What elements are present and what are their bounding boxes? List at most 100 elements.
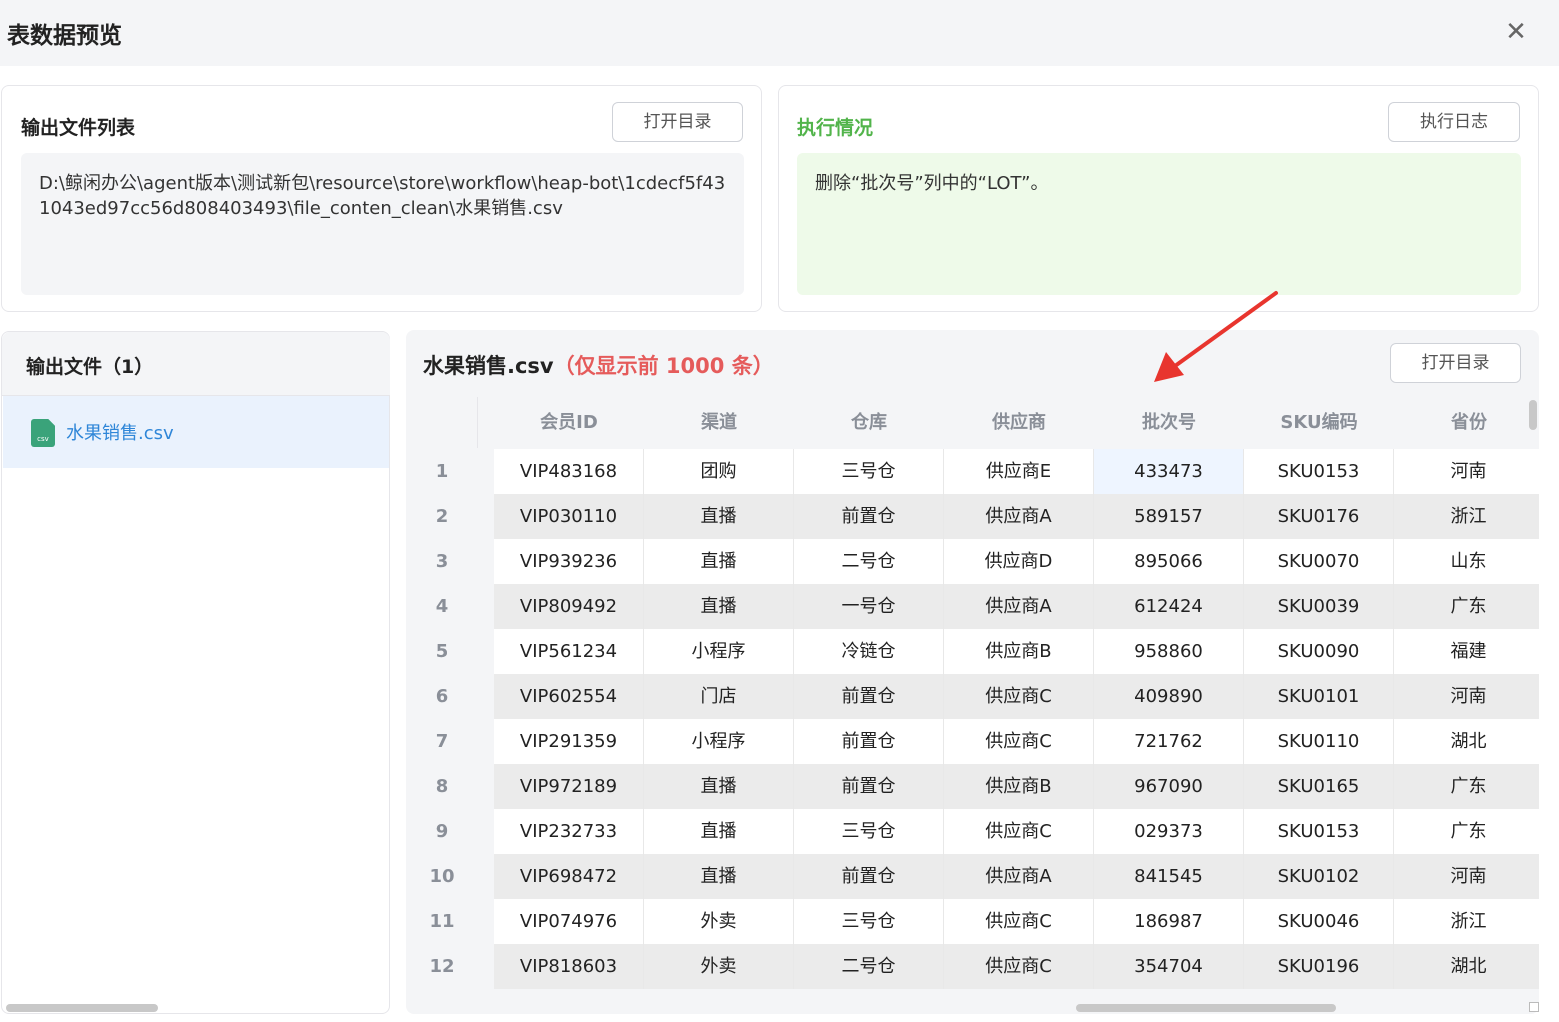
table-cell[interactable]: 浙江 [1394,899,1539,944]
table-row[interactable]: 10 VIP698472 直播 前置仓 供应商A 841545 SKU0102 河南 [406,854,1539,899]
table-cell[interactable]: VIP818603 [494,944,644,989]
table-cell[interactable]: 团购 [644,449,794,494]
table-cell[interactable]: 841545 [1094,854,1244,899]
table-cell[interactable]: 外卖 [644,944,794,989]
column-header[interactable]: 渠道 [644,397,794,448]
table-cell[interactable]: SKU0165 [1244,764,1394,809]
table-cell[interactable]: VIP483168 [494,449,644,494]
table-cell[interactable]: SKU0176 [1244,494,1394,539]
table-cell[interactable]: 二号仓 [794,539,944,584]
table-cell[interactable]: 354704 [1094,944,1244,989]
table-cell[interactable]: VIP972189 [494,764,644,809]
table-cell[interactable]: 供应商B [944,629,1094,674]
table-cell[interactable]: 三号仓 [794,899,944,944]
table-cell[interactable]: 直播 [644,494,794,539]
table-cell[interactable]: 外卖 [644,899,794,944]
table-cell[interactable]: SKU0110 [1244,719,1394,764]
table-cell[interactable]: VIP602554 [494,674,644,719]
table-cell[interactable]: 山东 [1394,539,1539,584]
table-row[interactable]: 9 VIP232733 直播 三号仓 供应商C 029373 SKU0153 广东 [406,809,1539,854]
table-cell[interactable]: 一号仓 [794,584,944,629]
table-cell[interactable]: 三号仓 [794,809,944,854]
execution-log-button[interactable]: 执行日志 [1388,102,1520,142]
table-cell[interactable]: VIP809492 [494,584,644,629]
table-cell[interactable]: 供应商A [944,584,1094,629]
table-cell[interactable]: 供应商C [944,719,1094,764]
table-cell[interactable]: 湖北 [1394,719,1539,764]
table-cell[interactable]: 湖北 [1394,944,1539,989]
table-cell[interactable]: SKU0039 [1244,584,1394,629]
table-row[interactable]: 3 VIP939236 直播 二号仓 供应商D 895066 SKU0070 山东 [406,539,1539,584]
column-header[interactable]: SKU编码 [1244,397,1394,448]
sidebar-horizontal-scrollbar[interactable] [6,1004,158,1012]
column-header[interactable]: 供应商 [944,397,1094,448]
column-header[interactable]: 省份 [1394,397,1539,448]
table-cell[interactable]: VIP939236 [494,539,644,584]
table-row[interactable]: 12 VIP818603 外卖 二号仓 供应商C 354704 SKU0196 湖北 [406,944,1539,989]
table-cell[interactable]: VIP561234 [494,629,644,674]
table-cell[interactable]: 广东 [1394,764,1539,809]
column-header[interactable]: 批次号 [1094,397,1244,448]
table-cell[interactable]: 直播 [644,764,794,809]
table-cell[interactable]: SKU0046 [1244,899,1394,944]
table-cell[interactable]: 186987 [1094,899,1244,944]
table-cell[interactable]: 浙江 [1394,494,1539,539]
table-cell[interactable]: 供应商A [944,494,1094,539]
table-cell[interactable]: 721762 [1094,719,1244,764]
table-cell[interactable]: 广东 [1394,584,1539,629]
table-cell[interactable]: 前置仓 [794,719,944,764]
table-cell[interactable]: VIP232733 [494,809,644,854]
table-cell[interactable]: VIP074976 [494,899,644,944]
table-cell[interactable]: 前置仓 [794,674,944,719]
table-row[interactable]: 1 VIP483168 团购 三号仓 供应商E 433473 SKU0153 河南 [406,449,1539,494]
table-row[interactable]: 2 VIP030110 直播 前置仓 供应商A 589157 SKU0176 浙江 [406,494,1539,539]
table-cell[interactable]: 前置仓 [794,764,944,809]
table-row[interactable]: 8 VIP972189 直播 前置仓 供应商B 967090 SKU0165 广东 [406,764,1539,809]
table-horizontal-scrollbar[interactable] [1076,1004,1336,1012]
column-header[interactable]: 仓库 [794,397,944,448]
table-cell[interactable]: 广东 [1394,809,1539,854]
table-cell[interactable]: 河南 [1394,674,1539,719]
table-cell[interactable]: 河南 [1394,449,1539,494]
table-cell[interactable]: 433473 [1094,449,1244,494]
table-cell[interactable]: 958860 [1094,629,1244,674]
table-cell[interactable]: SKU0153 [1244,809,1394,854]
table-cell[interactable]: 直播 [644,809,794,854]
table-cell[interactable]: 供应商C [944,674,1094,719]
table-cell[interactable]: 供应商E [944,449,1094,494]
table-cell[interactable]: 门店 [644,674,794,719]
table-cell[interactable]: 二号仓 [794,944,944,989]
table-cell[interactable]: SKU0102 [1244,854,1394,899]
table-cell[interactable]: 供应商C [944,899,1094,944]
table-open-directory-button[interactable]: 打开目录 [1390,343,1521,383]
table-row[interactable]: 11 VIP074976 外卖 三号仓 供应商C 186987 SKU0046 浙江 [406,899,1539,944]
table-cell[interactable]: 409890 [1094,674,1244,719]
table-cell[interactable]: 895066 [1094,539,1244,584]
table-cell[interactable]: VIP698472 [494,854,644,899]
table-cell[interactable]: 供应商C [944,944,1094,989]
open-directory-button[interactable]: 打开目录 [612,102,743,142]
table-cell[interactable]: VIP291359 [494,719,644,764]
table-cell[interactable]: SKU0101 [1244,674,1394,719]
vertical-scrollbar[interactable] [1529,400,1537,430]
column-header[interactable]: 会员ID [494,397,644,448]
table-cell[interactable]: SKU0090 [1244,629,1394,674]
file-list-item[interactable]: csv 水果销售.csv [3,396,389,468]
table-cell[interactable]: 小程序 [644,719,794,764]
table-cell[interactable]: 福建 [1394,629,1539,674]
table-row[interactable]: 6 VIP602554 门店 前置仓 供应商C 409890 SKU0101 河南 [406,674,1539,719]
table-cell[interactable]: 小程序 [644,629,794,674]
table-cell[interactable]: 直播 [644,539,794,584]
table-cell[interactable]: SKU0196 [1244,944,1394,989]
table-cell[interactable]: 直播 [644,584,794,629]
table-cell[interactable]: 589157 [1094,494,1244,539]
table-cell[interactable]: 供应商D [944,539,1094,584]
table-cell[interactable]: 供应商B [944,764,1094,809]
table-cell[interactable]: 029373 [1094,809,1244,854]
table-cell[interactable]: 直播 [644,854,794,899]
table-cell[interactable]: 612424 [1094,584,1244,629]
table-row[interactable]: 7 VIP291359 小程序 前置仓 供应商C 721762 SKU0110 湖北 [406,719,1539,764]
table-cell[interactable]: 前置仓 [794,494,944,539]
table-cell[interactable]: 967090 [1094,764,1244,809]
table-cell[interactable]: 供应商C [944,809,1094,854]
